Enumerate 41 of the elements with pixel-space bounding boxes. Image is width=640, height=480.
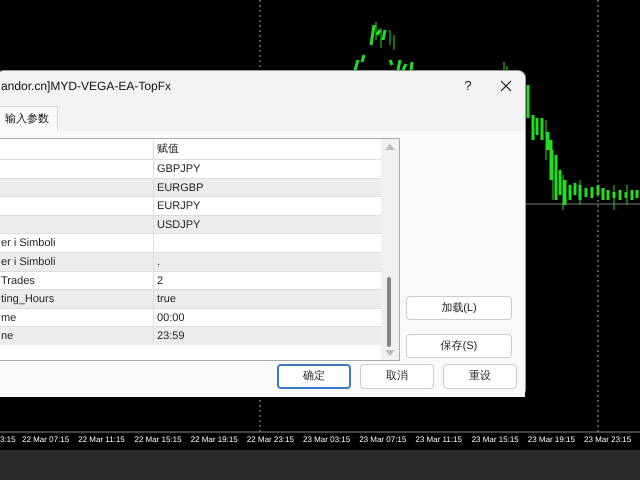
- time-axis-label: 23 Mar 15:15: [472, 434, 519, 446]
- time-axis-label: 23 Mar 03:15: [303, 434, 350, 446]
- parameter-name: me: [1, 312, 16, 324]
- window-title: andor.cn]MYD-VEGA-EA-TopFx: [1, 78, 172, 95]
- parameter-value: .: [157, 256, 160, 268]
- parameter-value: true: [157, 293, 176, 306]
- dialog-button[interactable]: 确定: [277, 364, 351, 389]
- parameter-value: 00:00: [157, 312, 185, 324]
- time-axis-label: 22 Mar 23:15: [246, 434, 294, 446]
- time-axis-label: 22 Mar 11:15: [78, 434, 125, 446]
- time-axis-label: 23 Mar 19:15: [528, 434, 575, 446]
- parameter-value: USDJPY: [157, 218, 200, 231]
- time-axis-label: 22 Mar 19:15: [190, 434, 238, 446]
- parameter-value: 2: [157, 274, 164, 287]
- time-axis-label: 22 Mar 07:15: [22, 434, 70, 446]
- scroll-down-icon[interactable]: [385, 350, 395, 357]
- parameter-name: Trades: [1, 274, 35, 287]
- side-button[interactable]: 加载(L): [406, 296, 512, 320]
- parameter-name: ting_Hours: [1, 293, 54, 306]
- scroll-up-icon[interactable]: [385, 143, 395, 150]
- parameter-value: EURJPY: [157, 200, 200, 212]
- scrollbar[interactable]: [381, 139, 399, 360]
- dialog-button[interactable]: 取消: [360, 364, 434, 389]
- parameter-value: GBPJPY: [157, 163, 200, 175]
- tab[interactable]: 输入参数: [0, 106, 58, 131]
- column-header: 赋值: [156, 142, 179, 157]
- help-button[interactable]: ?: [453, 76, 483, 96]
- parameter-name: er i Simboli: [1, 256, 56, 268]
- time-axis-label: 23 Mar 07:15: [359, 434, 406, 446]
- parameter-name: ne: [1, 330, 14, 342]
- parameter-name: er i Simboli: [1, 237, 56, 250]
- side-button[interactable]: 保存(S): [406, 334, 512, 358]
- parameter-value: 23:59: [157, 330, 185, 342]
- dialog-button[interactable]: 重设: [443, 364, 517, 389]
- time-axis-label: 23 Mar 23:15: [584, 434, 632, 446]
- time-axis-label: 22 Mar 15:15: [134, 434, 182, 446]
- scrollbar-thumb[interactable]: [387, 277, 391, 347]
- time-axis-label: 3:15: [0, 434, 16, 446]
- parameter-value: EURGBP: [157, 182, 204, 194]
- close-icon: [500, 80, 512, 92]
- time-axis-label: 23 Mar 11:15: [415, 434, 462, 446]
